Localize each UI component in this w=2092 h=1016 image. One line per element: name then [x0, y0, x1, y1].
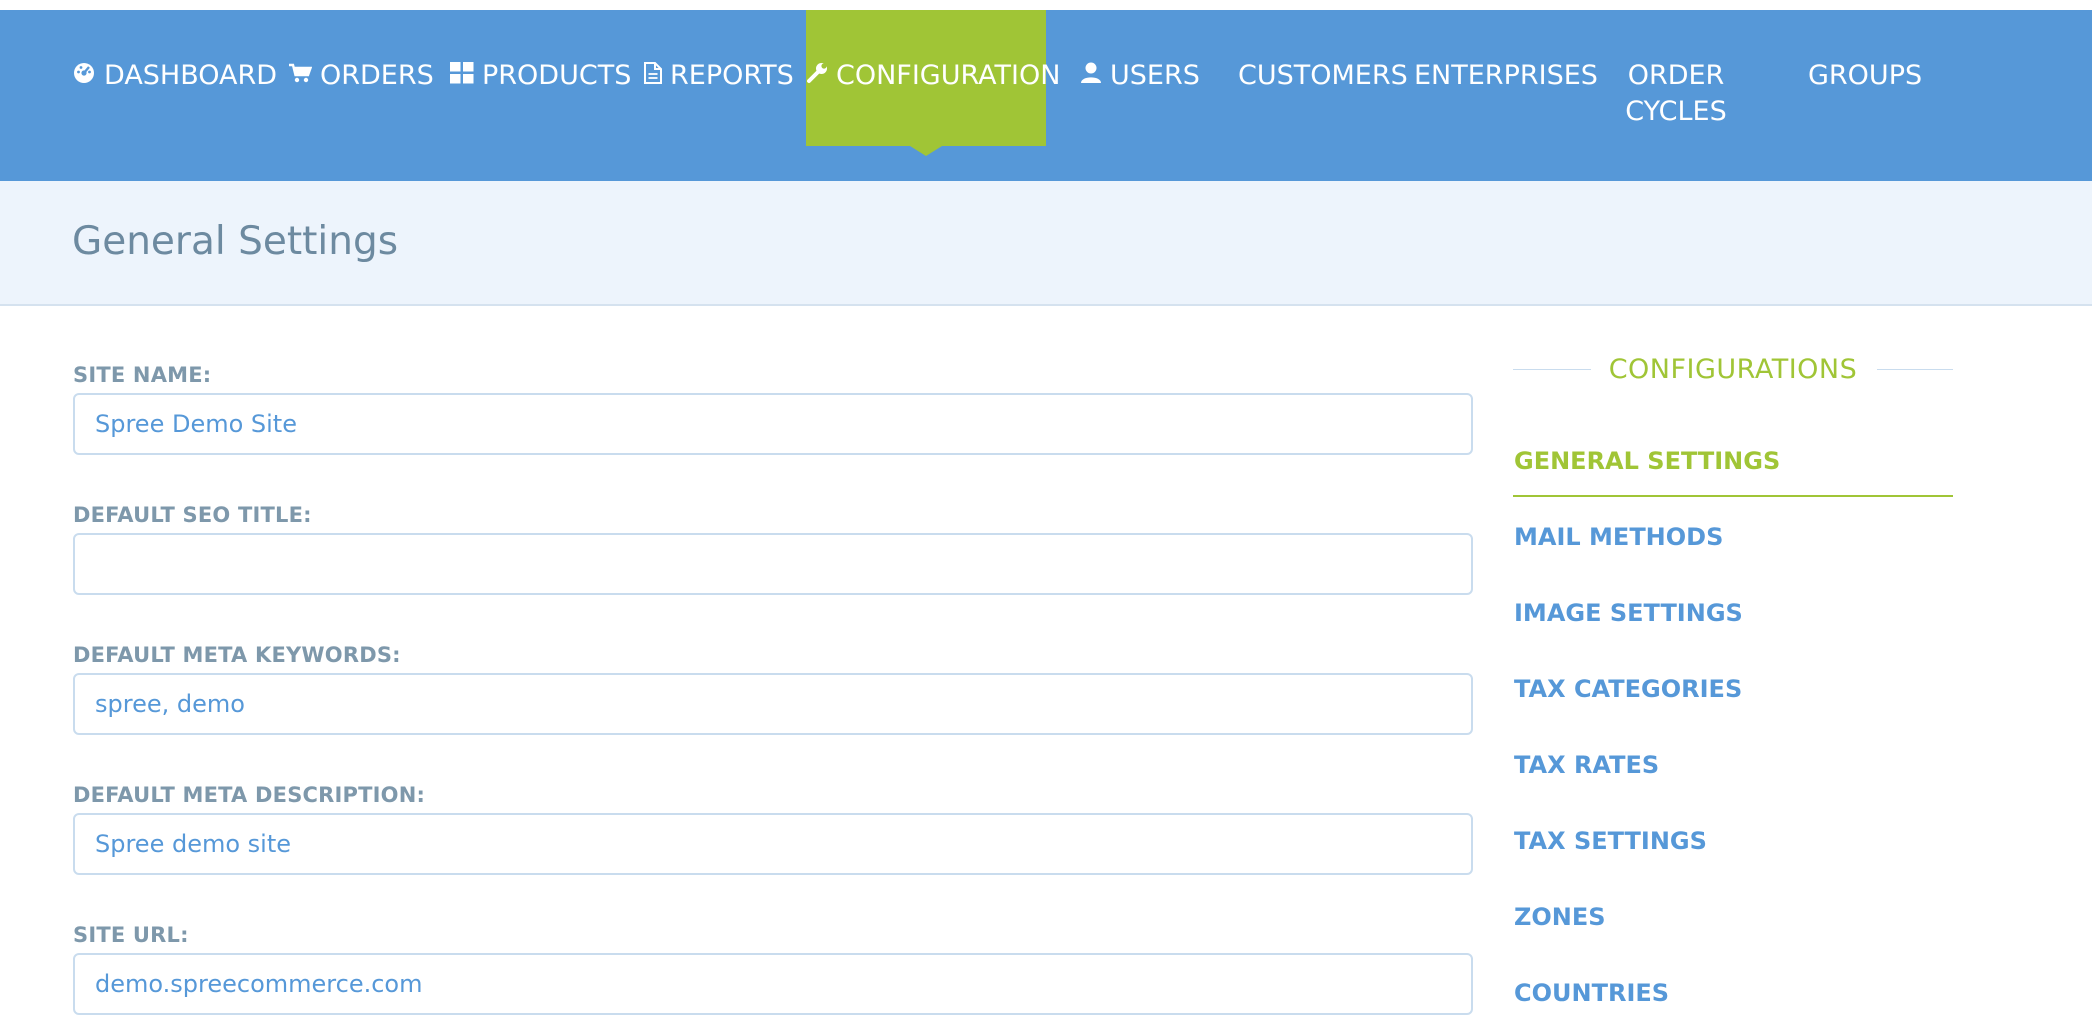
nav-label: ENTERPRISES: [1414, 60, 1598, 91]
grid-icon: [450, 58, 474, 94]
nav-label: USERS: [1110, 60, 1200, 91]
sidebar-item-tax-categories[interactable]: TAX CATEGORIES: [1514, 675, 1742, 703]
nav-label: CONFIGURATION: [836, 60, 1061, 91]
sidebar-item-tax-settings[interactable]: TAX SETTINGS: [1514, 827, 1707, 855]
nav-item-configuration[interactable]: CONFIGURATION: [806, 10, 1060, 156]
sidebar-item-image-settings[interactable]: IMAGE SETTINGS: [1514, 599, 1743, 627]
sidebar-item-general-settings[interactable]: GENERAL SETTINGS: [1514, 447, 1780, 475]
site-url-input[interactable]: [73, 953, 1473, 1015]
site-name-label: SITE NAME:: [73, 363, 212, 387]
nav-label: CUSTOMERS: [1238, 60, 1408, 91]
nav-item-order-cycles[interactable]: ORDER CYCLES: [1614, 10, 1738, 146]
meta-description-input[interactable]: [73, 813, 1473, 875]
nav-label: ORDERS: [320, 60, 434, 91]
active-indicator-arrow: [910, 146, 942, 156]
page-header: General Settings: [0, 181, 2092, 306]
site-url-label: SITE URL:: [73, 923, 189, 947]
sidebar-item-zones[interactable]: ZONES: [1514, 903, 1606, 931]
top-strip: [0, 0, 2092, 10]
meta-description-label: DEFAULT META DESCRIPTION:: [73, 783, 426, 807]
seo-title-label: DEFAULT SEO TITLE:: [73, 503, 312, 527]
seo-title-input[interactable]: [73, 533, 1473, 595]
nav-label: REPORTS: [670, 60, 794, 91]
sidebar-heading: CONFIGURATIONS: [1513, 348, 1953, 392]
sidebar-item-mail-methods[interactable]: MAIL METHODS: [1514, 523, 1723, 551]
site-name-input[interactable]: [73, 393, 1473, 455]
nav-label: ORDER CYCLES: [1625, 60, 1727, 127]
nav-label: GROUPS: [1808, 60, 1923, 91]
meta-keywords-label: DEFAULT META KEYWORDS:: [73, 643, 401, 667]
active-underline: [1513, 495, 1953, 497]
nav-label: PRODUCTS: [482, 60, 632, 91]
sidebar-item-tax-rates[interactable]: TAX RATES: [1514, 751, 1659, 779]
page-title: General Settings: [72, 219, 399, 264]
sidebar-title: CONFIGURATIONS: [1608, 354, 1858, 385]
dashboard-icon: [72, 58, 96, 94]
sidebar-item-countries[interactable]: COUNTRIES: [1514, 979, 1669, 1007]
file-icon: [644, 58, 662, 94]
cart-icon: [288, 58, 313, 94]
nav-label: DASHBOARD: [104, 60, 278, 91]
main-navbar: DASHBOARD ORDERS PRODUCTS REPORTS CONFIG…: [0, 10, 2092, 181]
wrench-icon: [806, 58, 828, 94]
user-icon: [1080, 58, 1102, 94]
meta-keywords-input[interactable]: [73, 673, 1473, 735]
